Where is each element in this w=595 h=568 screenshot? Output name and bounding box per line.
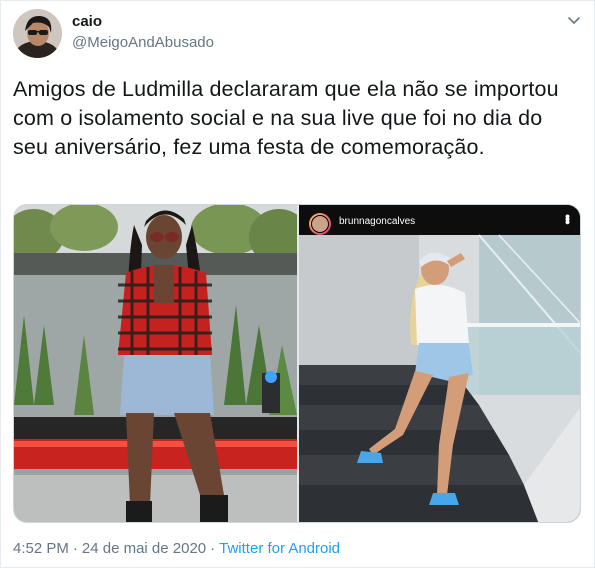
- tweet-source-link[interactable]: Twitter for Android: [219, 540, 340, 557]
- meta-separator: ·: [210, 540, 216, 557]
- tweet-date[interactable]: 24 de mai de 2020: [82, 540, 206, 557]
- tweet-meta: 4:52 PM · 24 de mai de 2020 · Twitter for An…: [13, 540, 340, 557]
- user-handle[interactable]: @MeigoAndAbusado: [72, 34, 214, 51]
- more-vertical-icon: •••: [560, 214, 576, 223]
- tweet-time[interactable]: 4:52 PM: [13, 540, 69, 557]
- photo-left-image: [14, 205, 297, 522]
- photo-right-image: [299, 205, 580, 522]
- meta-separator: ·: [72, 540, 78, 557]
- instagram-avatar: [309, 213, 331, 235]
- instagram-username: brunnagoncalves: [339, 216, 416, 227]
- tweet-text: Amigos de Ludmilla declararam que ela nã…: [13, 77, 559, 159]
- photo-left[interactable]: [14, 205, 297, 522]
- chevron-down-icon[interactable]: [564, 10, 584, 30]
- avatar-image: [13, 9, 62, 58]
- avatar[interactable]: [13, 9, 62, 58]
- tweet-card: caio @MeigoAndAbusado Amigos de Ludmilla…: [0, 0, 595, 568]
- media-grid: brunnagoncalves •••: [13, 204, 581, 523]
- photo-right[interactable]: brunnagoncalves •••: [299, 205, 580, 522]
- user-display-name[interactable]: caio: [72, 13, 102, 30]
